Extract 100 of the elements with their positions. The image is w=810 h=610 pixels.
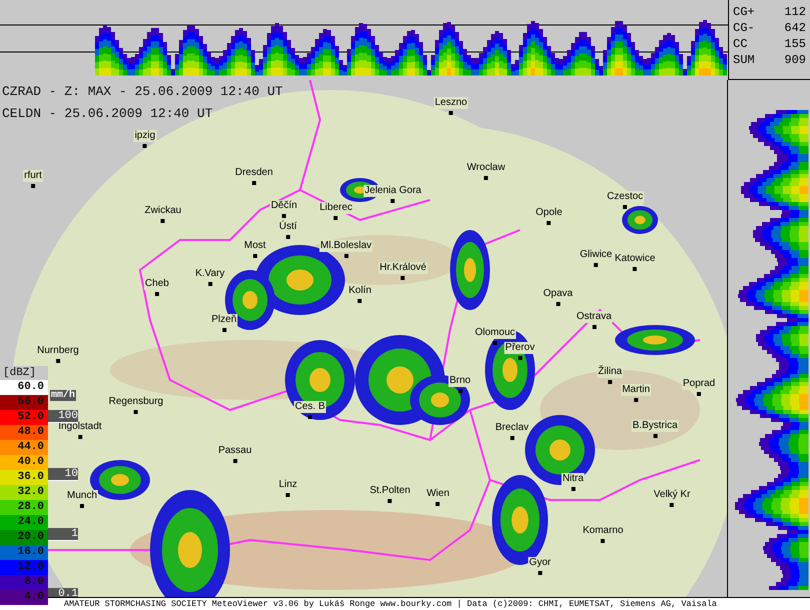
legend-swatch: 52.0 — [0, 410, 48, 425]
legend-swatch: 60.0 — [0, 380, 48, 395]
city-label: Ostrava — [576, 311, 612, 323]
legend-swatch: 24.0 — [0, 515, 48, 530]
city-marker-icon — [286, 493, 290, 497]
city-marker-icon — [222, 328, 226, 332]
city-marker-icon — [134, 410, 138, 414]
legend-swatch: 16.0 — [0, 545, 48, 560]
city-label: Ces. B — [294, 401, 326, 413]
city-label: ipzig — [134, 130, 156, 142]
legend-swatch: 12.0 — [0, 560, 48, 575]
city-marker-icon — [510, 436, 514, 440]
city-label: Přerov — [504, 342, 536, 354]
city-marker-icon — [401, 276, 405, 280]
city-marker-icon — [594, 263, 598, 267]
city-marker-icon — [623, 205, 627, 209]
city-label: Liberec — [318, 202, 354, 214]
city-marker-icon — [391, 199, 395, 203]
city-label: Cheb — [144, 278, 170, 290]
city-marker-icon — [634, 398, 638, 402]
legend-swatch: 8.0 — [0, 575, 48, 590]
legend-swatch: 44.0 — [0, 440, 48, 455]
radar-header-text: CELDN - 25.06.2009 12:40 UT — [2, 105, 213, 123]
city-marker-icon — [547, 221, 551, 225]
stat-label: CG- — [733, 20, 755, 36]
legend-swatch: 20.0 — [0, 530, 48, 545]
city-marker-icon — [233, 459, 237, 463]
city-marker-icon — [458, 389, 462, 393]
city-marker-icon — [633, 267, 637, 271]
city-label: Ingolstadt — [57, 421, 103, 433]
city-marker-icon — [484, 176, 488, 180]
legend-swatch: 4.0 — [0, 590, 48, 605]
city-marker-icon — [653, 434, 657, 438]
stat-value: 155 — [784, 36, 806, 52]
city-marker-icon — [697, 392, 701, 396]
city-label: Opava — [542, 288, 574, 300]
city-marker-icon — [556, 302, 560, 306]
city-marker-icon — [601, 539, 605, 543]
city-marker-icon — [493, 341, 497, 345]
city-label: Czestoc — [606, 191, 644, 203]
city-label: Opole — [534, 207, 564, 219]
city-label: Breclav — [494, 422, 530, 434]
city-marker-icon — [286, 235, 290, 239]
city-marker-icon — [80, 504, 84, 508]
city-marker-icon — [161, 219, 165, 223]
city-marker-icon — [358, 299, 362, 303]
city-label: Brno — [448, 375, 472, 387]
city-marker-icon — [56, 359, 60, 363]
city-marker-icon — [608, 380, 612, 384]
city-marker-icon — [518, 356, 522, 360]
city-marker-icon — [334, 216, 338, 220]
city-marker-icon — [571, 487, 575, 491]
stat-value: 909 — [784, 52, 806, 68]
city-marker-icon — [78, 435, 82, 439]
rain-rate-label: 100 — [48, 410, 78, 423]
city-marker-icon — [253, 254, 257, 258]
city-marker-icon — [155, 292, 159, 296]
city-marker-icon — [252, 181, 256, 185]
city-marker-icon — [670, 503, 674, 507]
city-label: Nurnberg — [36, 345, 80, 357]
city-label: Regensburg — [108, 396, 164, 408]
city-marker-icon — [31, 184, 35, 188]
city-label: Plzeň — [210, 314, 238, 326]
stat-label: CC — [733, 36, 748, 52]
rain-rate-label: 10 — [48, 468, 78, 481]
city-marker-icon — [344, 254, 348, 258]
city-marker-icon — [308, 415, 312, 419]
city-label: Martin — [621, 384, 651, 396]
city-marker-icon — [208, 282, 212, 286]
city-marker-icon — [449, 111, 453, 115]
radar-header-text: CZRAD - Z: MAX - 25.06.2009 12:40 UT — [2, 83, 283, 101]
legend-swatch: 40.0 — [0, 455, 48, 470]
city-label: Nitra — [561, 473, 585, 485]
city-marker-icon — [592, 325, 596, 329]
city-label: Jelenia Gora — [364, 185, 422, 197]
rain-rate-label: 1 — [48, 528, 78, 541]
stat-value: 642 — [784, 20, 806, 36]
stat-value: 112 — [784, 4, 806, 20]
city-label: Poprad — [682, 378, 716, 390]
city-label: B.Bystrica — [632, 420, 678, 432]
rain-unit-label: mm/h — [50, 390, 76, 401]
city-marker-icon — [436, 502, 440, 506]
city-label: Leszno — [434, 97, 468, 109]
city-label: Ml.Boleslav — [319, 240, 373, 252]
city-label: rfurt — [23, 170, 43, 182]
legend-swatch: 36.0 — [0, 470, 48, 485]
city-label: Olomouc — [474, 327, 516, 339]
city-label: Hr.Králové — [378, 262, 428, 274]
rain-rate-label: 0.1 — [48, 588, 78, 597]
city-label: Gyor — [528, 557, 552, 569]
legend-swatch: 56.0 — [0, 395, 48, 410]
city-marker-icon — [388, 499, 392, 503]
stat-label: CG+ — [733, 4, 755, 20]
city-label: K.Vary — [194, 268, 226, 280]
stat-label: SUM — [733, 52, 755, 68]
city-label: Žilina — [597, 366, 623, 378]
legend-swatch: 48.0 — [0, 425, 48, 440]
legend-swatch: 28.0 — [0, 500, 48, 515]
city-marker-icon — [143, 144, 147, 148]
city-label: Velký Kr — [652, 489, 692, 501]
